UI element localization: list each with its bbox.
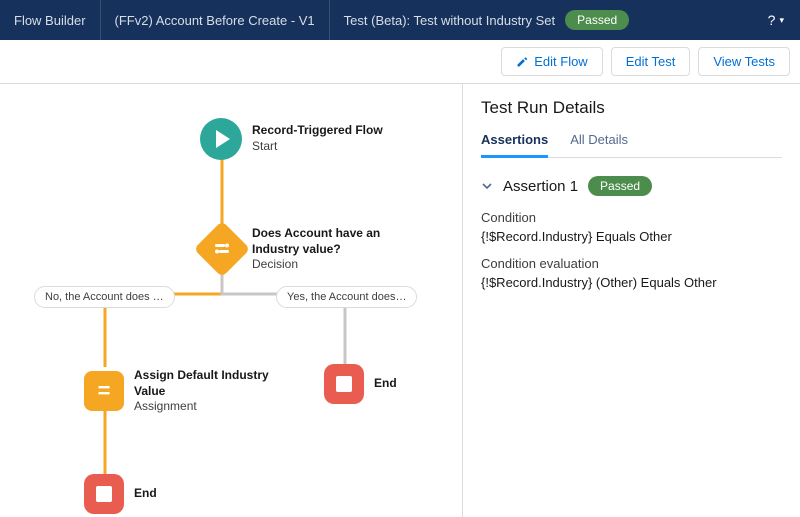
flow-name[interactable]: (FFv2) Account Before Create - V1 [101,0,330,40]
branch-no-label[interactable]: No, the Account does … [34,286,175,308]
help-menu[interactable]: ? ▾ [768,12,790,28]
end-label-left: End [134,486,157,502]
tab-assertions[interactable]: Assertions [481,132,548,158]
top-navbar: Flow Builder (FFv2) Account Before Creat… [0,0,800,40]
view-tests-button[interactable]: View Tests [698,47,790,76]
stop-icon [324,364,364,404]
decision-icon [194,221,251,278]
assignment-node[interactable]: = Assign Default Industry ValueAssignmen… [84,368,274,415]
decision-node[interactable]: Does Account have an Industry value?Deci… [202,226,402,273]
chevron-down-icon [481,180,493,192]
condition-value: {!$Record.Industry} Equals Other [481,229,782,244]
test-label: Test (Beta): Test without Industry Set [344,13,555,28]
assertion-header[interactable]: Assertion 1 Passed [481,176,782,196]
edit-flow-button[interactable]: Edit Flow [501,47,602,76]
tab-all-details[interactable]: All Details [570,132,628,157]
stop-icon [84,474,124,514]
evaluation-label: Condition evaluation [481,256,782,271]
help-icon: ? [768,12,776,28]
condition-label: Condition [481,210,782,225]
test-run-details-panel: Test Run Details Assertions All Details … [462,84,800,517]
assertion-title: Assertion 1 [503,178,578,195]
end-node-right[interactable]: End [324,364,397,404]
evaluation-value: {!$Record.Industry} (Other) Equals Other [481,275,782,290]
assignment-icon: = [84,371,124,411]
flow-canvas[interactable]: Record-Triggered FlowStart Does Account … [0,84,462,517]
assignment-node-label: Assign Default Industry ValueAssignment [134,368,274,415]
decision-node-label: Does Account have an Industry value?Deci… [252,226,402,273]
chevron-down-icon: ▾ [779,15,784,26]
test-status-pill: Passed [565,10,629,30]
play-icon [200,118,242,160]
action-bar: Edit Flow Edit Test View Tests [0,40,800,84]
start-node-label: Record-Triggered FlowStart [252,123,383,154]
app-name[interactable]: Flow Builder [10,0,101,40]
pencil-icon [516,56,528,68]
panel-title: Test Run Details [481,98,782,118]
assertion-status-pill: Passed [588,176,652,196]
end-node-left[interactable]: End [84,474,157,514]
edit-flow-label: Edit Flow [534,54,587,69]
branch-yes-label[interactable]: Yes, the Account does… [276,286,417,308]
test-run-name: Test (Beta): Test without Industry Set P… [330,0,644,40]
panel-tabs: Assertions All Details [481,132,782,158]
end-label-right: End [374,376,397,392]
edit-test-button[interactable]: Edit Test [611,47,691,76]
start-node[interactable]: Record-Triggered FlowStart [200,118,383,160]
